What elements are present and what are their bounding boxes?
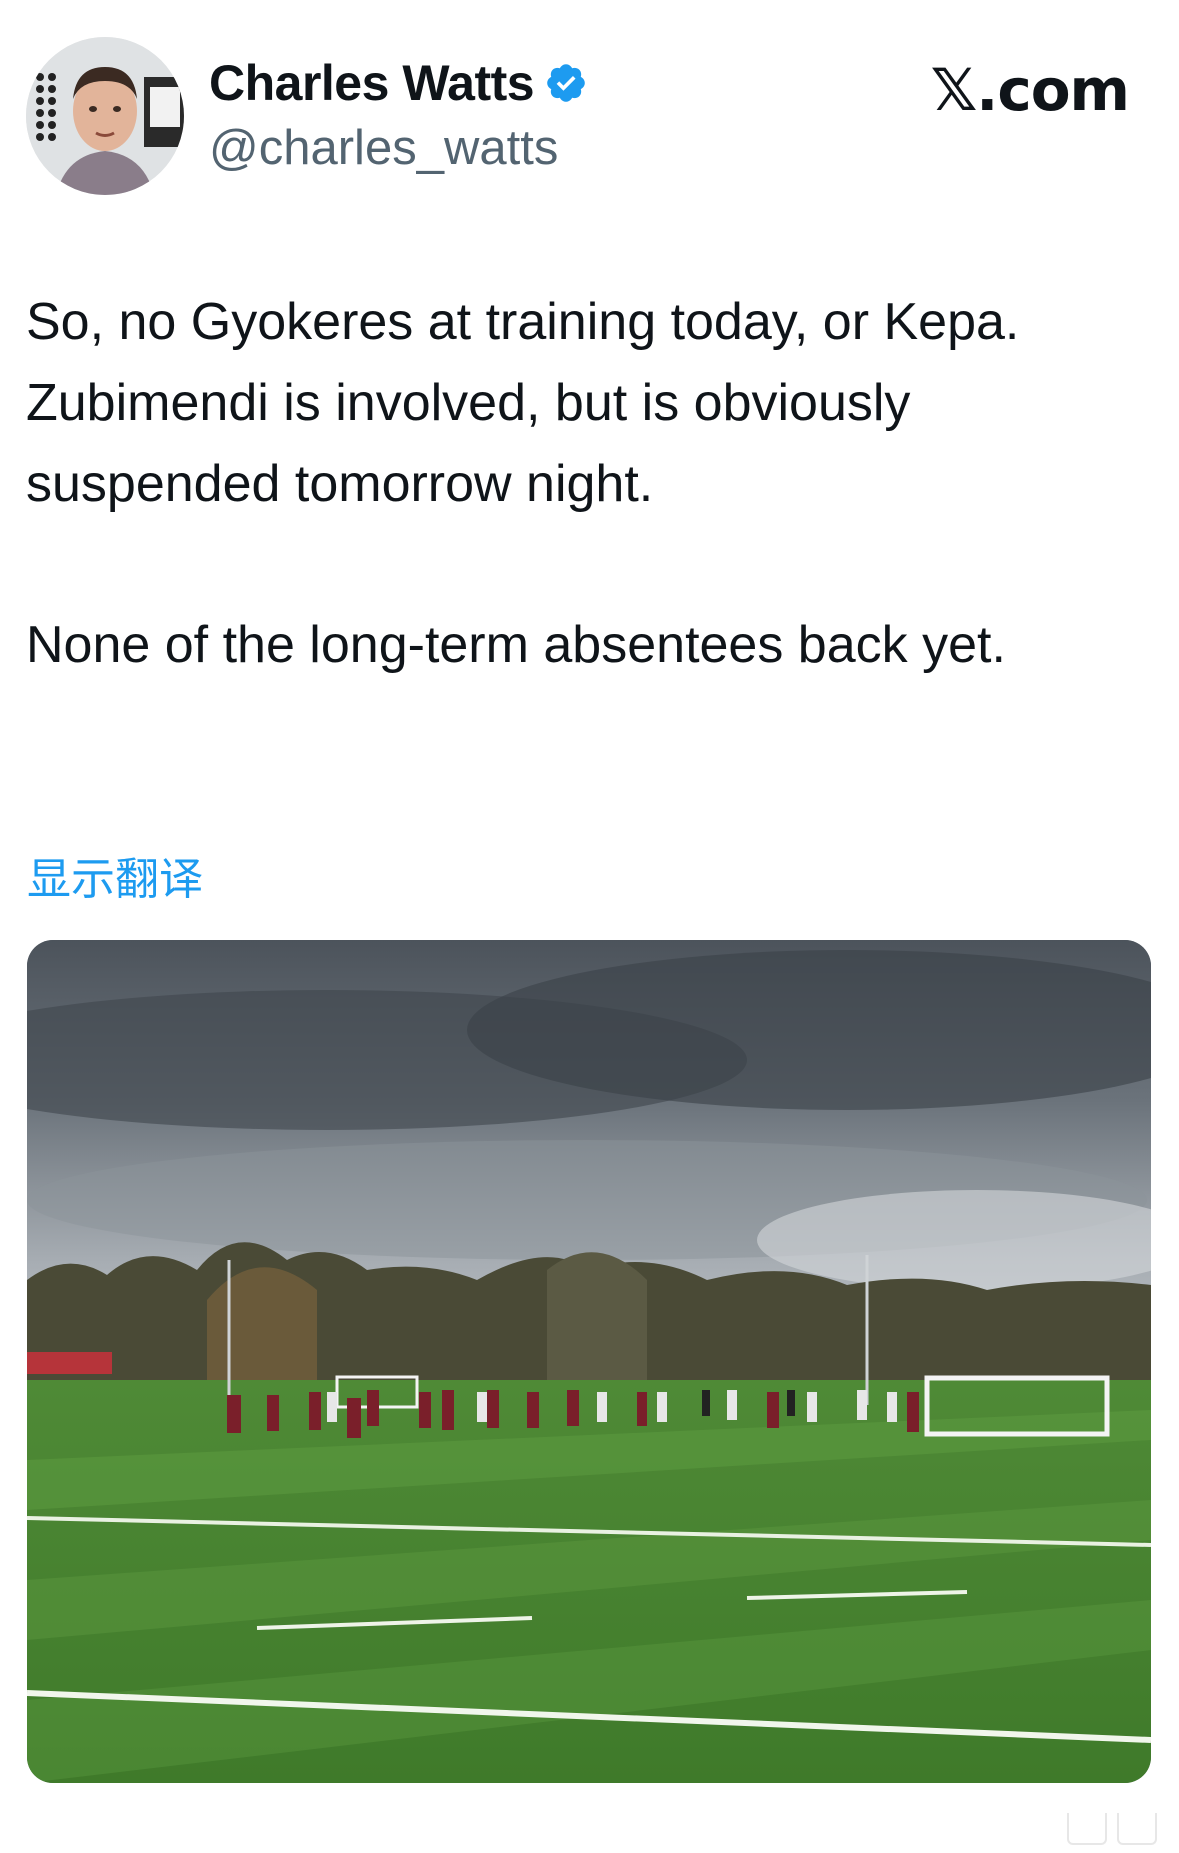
tweet-paragraph: None of the long-term absentees back yet… [26, 616, 1006, 674]
watermark-mark-icon [1117, 1813, 1157, 1845]
tweet-text: So, no Gyokeres at training today, or Ke… [26, 282, 1146, 686]
training-pitch-photo-icon [27, 940, 1151, 1783]
avatar[interactable] [26, 37, 184, 195]
tweet-media-photo[interactable] [27, 940, 1151, 1783]
author-handle[interactable]: @charles_watts [209, 120, 558, 176]
verified-badge-icon [547, 64, 585, 102]
show-translation-link[interactable]: 显示翻译 [27, 843, 203, 907]
author-name-row[interactable]: Charles Watts [209, 52, 588, 114]
watermark [1067, 1813, 1157, 1845]
author-name[interactable]: Charles Watts [209, 54, 535, 112]
x-logo: 𝕏.com [930, 56, 1130, 124]
tweet-paragraph: So, no Gyokeres at training today, or Ke… [26, 293, 1020, 513]
watermark-mark-icon [1067, 1813, 1107, 1845]
profile-photo-icon [26, 37, 184, 195]
